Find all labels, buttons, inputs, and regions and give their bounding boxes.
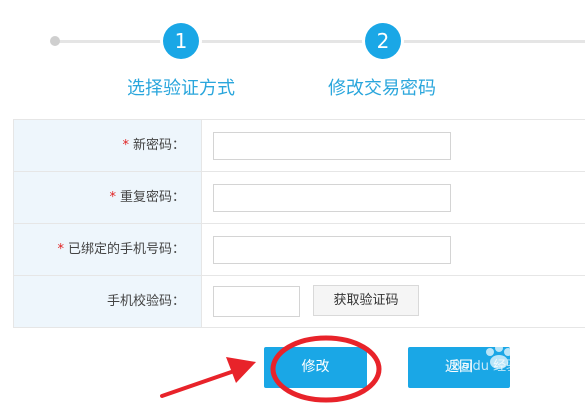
repeat-password-label: * 重复密码： (14, 172, 202, 223)
bound-phone-input[interactable] (213, 236, 451, 264)
bound-phone-row: * 已绑定的手机号码： (14, 224, 585, 276)
step-progress: 1 2 选择验证方式 修改交易密码 (0, 0, 585, 110)
bound-phone-label: * 已绑定的手机号码： (14, 224, 202, 275)
step-2-label: 修改交易密码 (328, 78, 436, 99)
repeat-password-label-text: 重复密码： (119, 190, 185, 205)
new-password-label: * 新密码： (14, 120, 202, 171)
new-password-label-text: 新密码： (132, 138, 185, 153)
repeat-password-row: * 重复密码： (14, 172, 585, 224)
phone-code-label-text: 手机校验码： (106, 294, 185, 309)
modify-button[interactable]: 修改 (264, 347, 367, 388)
phone-code-input[interactable] (213, 286, 300, 317)
required-mark: * (122, 138, 129, 153)
required-mark: * (57, 242, 64, 257)
required-mark: * (109, 190, 116, 205)
progress-track (55, 40, 585, 43)
new-password-row: * 新密码： (14, 120, 585, 172)
baidu-watermark: Baidu 经验 (452, 359, 520, 374)
new-password-input[interactable] (213, 132, 451, 160)
pointer-arrow-shaft (160, 367, 242, 398)
progress-start-dot (50, 36, 60, 46)
bound-phone-label-text: 已绑定的手机号码： (67, 242, 185, 257)
step-1-label: 选择验证方式 (127, 78, 235, 99)
step-1-circle: 1 (163, 23, 199, 59)
phone-code-row: 手机校验码： (14, 276, 585, 328)
pointer-arrow-head (226, 357, 256, 383)
repeat-password-input[interactable] (213, 184, 451, 212)
phone-code-label: 手机校验码： (14, 276, 202, 327)
get-code-button[interactable]: 获取验证码 (313, 285, 419, 316)
change-password-form: * 新密码： * 重复密码： * 已绑定的手机号码： 手机校验码： 获取验证码 (13, 119, 585, 328)
step-2-circle: 2 (365, 23, 401, 59)
